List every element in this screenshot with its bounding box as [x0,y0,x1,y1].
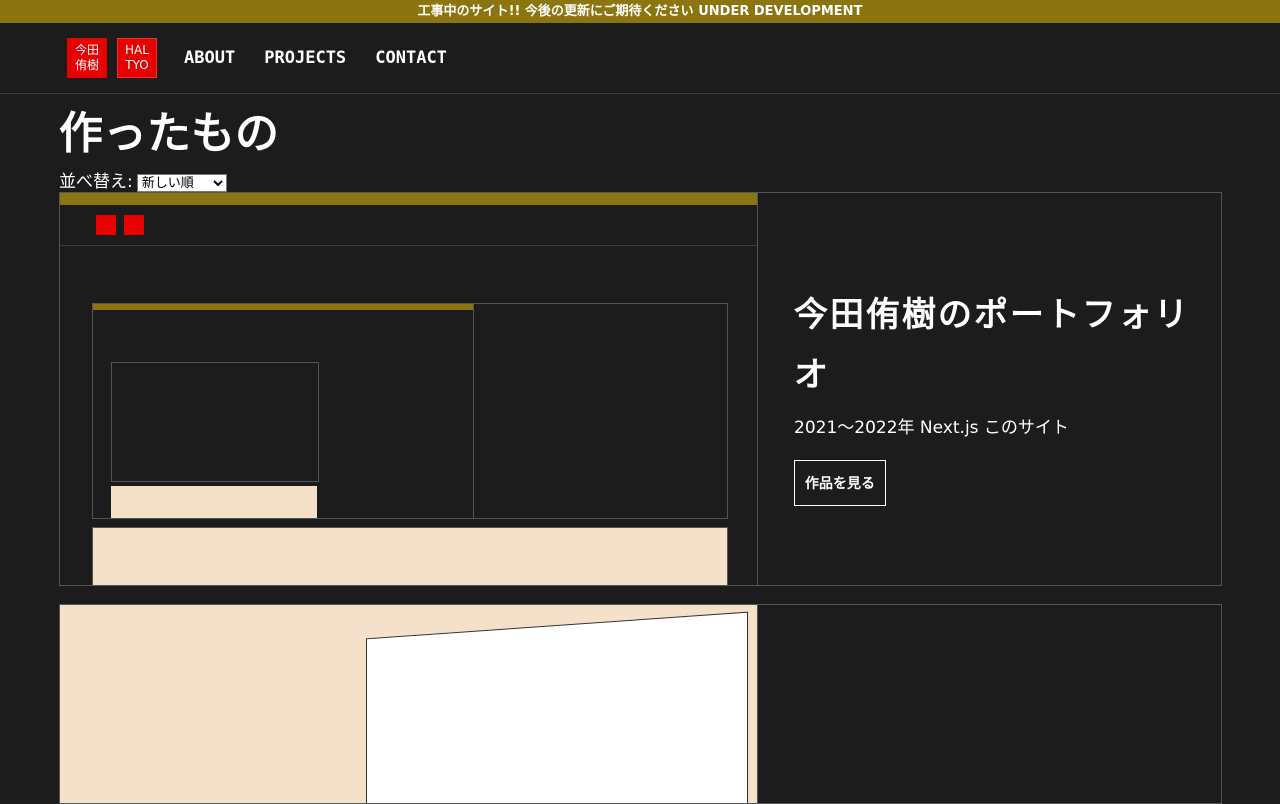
site-header: 今田 侑樹 HAL TYO ABOUT PROJECTS CONTACT [0,23,1280,94]
sort-control: 並べ替え: 新しい順 [59,166,1280,192]
thumb-nested-card-inner [111,362,319,482]
thumb-nested-banner [93,304,473,310]
logo-ja-line2: 侑樹 [74,58,99,72]
thumb-nested-thumbnail [93,304,474,518]
sort-label: 並べ替え: [59,172,133,192]
thumb-3d-shape [366,611,748,803]
thumb-nested-peach [111,486,317,518]
thumb-peach-preview [92,527,728,585]
nav-contact[interactable]: CONTACT [375,48,447,68]
development-banner: 工事中のサイト!! 今後の更新にご期待ください UNDER DEVELOPMEN… [0,0,1280,23]
thumb-banner [60,193,757,205]
project-card[interactable] [59,604,1222,804]
sort-select[interactable]: 新しい順 [136,174,227,192]
nav-about[interactable]: ABOUT [184,48,235,68]
logo-en[interactable]: HAL TYO [117,38,157,78]
thumb-logo-en [124,215,144,235]
thumbnail-screenshot [60,193,757,585]
thumb-logo-ja [96,215,116,235]
logo-en-line2: TYO [125,58,149,72]
project-info [758,605,1221,803]
project-thumbnail[interactable] [60,605,758,803]
nav-projects[interactable]: PROJECTS [264,48,346,68]
logo-ja[interactable]: 今田 侑樹 [67,38,107,78]
view-project-button[interactable]: 作品を見る [794,460,886,506]
project-info: 今田侑樹のポートフォリオ 2021〜2022年 Next.js このサイト 作品… [758,193,1221,585]
project-card[interactable]: 今田侑樹のポートフォリオ 2021〜2022年 Next.js このサイト 作品… [59,192,1222,586]
thumb-nested-card [92,303,728,519]
project-title: 今田侑樹のポートフォリオ [794,295,1190,395]
logo-ja-line1: 今田 [74,43,99,57]
project-thumbnail[interactable] [60,193,758,585]
project-meta: 2021〜2022年 Next.js このサイト [794,418,1069,438]
thumb-header [60,205,757,246]
main-nav: ABOUT PROJECTS CONTACT [184,48,471,68]
page-title: 作ったもの [59,108,279,159]
logo-en-line1: HAL [125,43,149,57]
main-content: 作ったもの 並べ替え: 新しい順 今田侑樹のポートフォリオ 2021〜2022年… [0,94,1280,804]
